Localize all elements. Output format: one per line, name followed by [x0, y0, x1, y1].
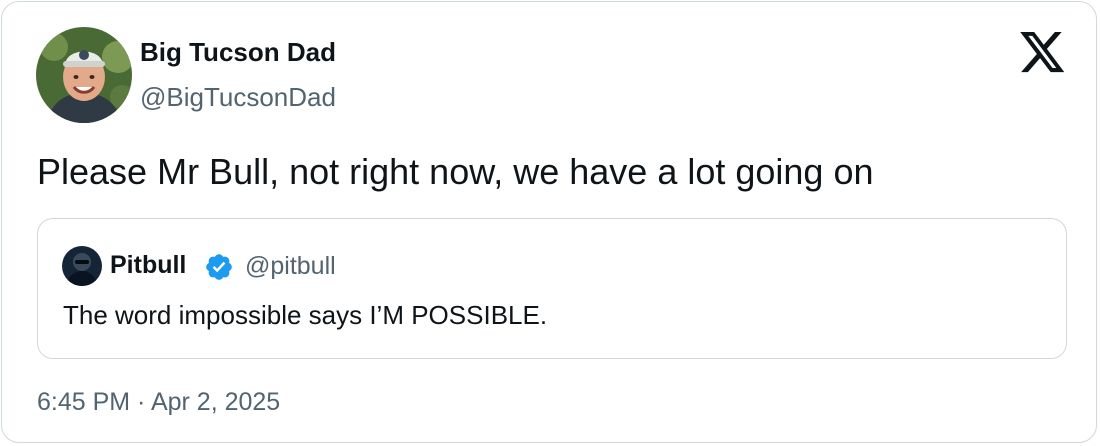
quoted-tweet-text: The word impossible says I’M POSSIBLE. [63, 300, 548, 330]
author-avatar[interactable] [36, 27, 132, 123]
x-logo-icon[interactable] [1020, 32, 1066, 74]
tweet-text: Please Mr Bull, not right now, we have a… [37, 151, 874, 192]
quoted-author-avatar[interactable] [62, 246, 102, 286]
x-logo-graphic [1020, 32, 1065, 73]
quoted-author-name[interactable]: Pitbull [110, 250, 186, 280]
tweet-card: Big Tucson Dad @BigTucsonDad Please Mr B… [1, 1, 1097, 443]
quoted-author-handle[interactable]: @pitbull [245, 251, 336, 281]
author-avatar-image [36, 27, 132, 123]
quoted-avatar-image [62, 246, 102, 286]
author-name[interactable]: Big Tucson Dad [140, 36, 336, 68]
verified-badge-graphic [206, 254, 232, 280]
verified-badge-icon [204, 252, 234, 282]
tweet-timestamp[interactable]: 6:45 PM · Apr 2, 2025 [37, 386, 280, 418]
author-handle[interactable]: @BigTucsonDad [140, 81, 336, 113]
quoted-tweet[interactable]: Pitbull @pitbull The word impossible say… [37, 218, 1067, 359]
